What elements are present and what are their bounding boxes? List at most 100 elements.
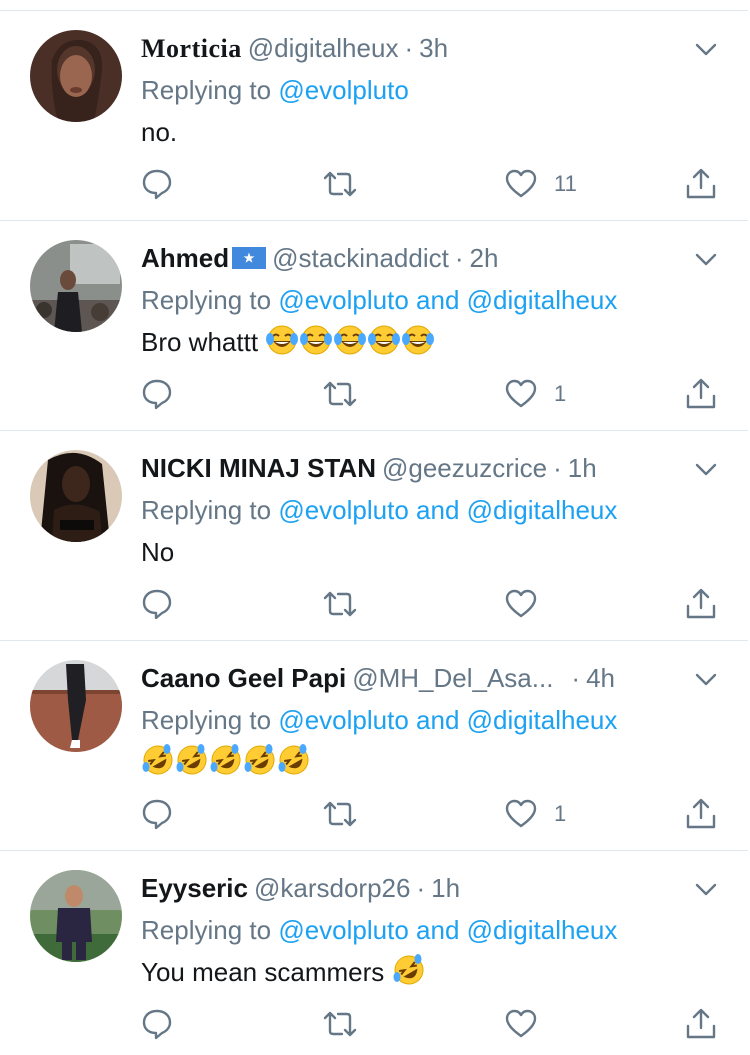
tweet-text-content: Bro whattt	[141, 327, 259, 357]
mention-and: and	[416, 705, 460, 735]
emoji-row	[258, 325, 435, 357]
avatar[interactable]	[30, 450, 122, 542]
replying-to: Replying to @evolpluto	[141, 72, 409, 108]
rolling-on-floor-laughing-icon	[278, 744, 309, 775]
like-button[interactable]	[504, 1004, 554, 1044]
username[interactable]: @stackinaddict	[272, 243, 449, 273]
share-button[interactable]	[684, 164, 718, 204]
username[interactable]: @digitalheux	[248, 33, 399, 63]
like-button[interactable]: 1	[504, 794, 566, 834]
mention-link[interactable]: @evolpluto	[278, 75, 408, 105]
mention-link[interactable]: @digitalheux	[467, 915, 618, 945]
chevron-down-icon[interactable]	[694, 42, 718, 58]
retweet-button[interactable]	[322, 1004, 358, 1044]
retweet-button[interactable]	[322, 374, 358, 414]
mention-link[interactable]: @digitalheux	[467, 285, 618, 315]
tweet-actions: 1	[140, 794, 730, 834]
replying-to-label: Replying to	[141, 285, 272, 315]
tweet-text	[141, 742, 311, 782]
tweet-header: Morticia @digitalheux · 3h	[141, 30, 660, 66]
avatar[interactable]	[30, 660, 122, 752]
timestamp[interactable]: 4h	[586, 663, 615, 693]
retweet-arrows-icon	[323, 591, 357, 617]
retweet-arrows-icon	[323, 171, 357, 197]
retweet-button[interactable]	[322, 164, 358, 204]
separator-dot: ·	[454, 243, 464, 273]
tweet-text: You mean scammers	[141, 952, 426, 992]
tweet-header: NICKI MINAJ STAN @geezuzcrice · 1h	[141, 450, 660, 486]
tweet-text: Bro whattt	[141, 322, 435, 362]
tweet-text-content: You mean scammers	[141, 957, 385, 987]
separator-dot: ·	[416, 873, 426, 903]
timestamp[interactable]: 1h	[431, 873, 460, 903]
mention-link[interactable]: @evolpluto	[278, 705, 408, 735]
display-name[interactable]: Caano Geel Papi	[141, 663, 346, 693]
heart-icon	[505, 379, 537, 408]
avatar[interactable]	[30, 870, 122, 962]
tweet-divider	[0, 430, 748, 431]
top-divider	[0, 10, 748, 11]
reply-button[interactable]	[140, 164, 174, 204]
reply-button[interactable]	[140, 584, 174, 624]
face-with-tears-of-joy-icon	[402, 325, 435, 355]
tweet-actions: 1	[140, 374, 730, 414]
reply-button[interactable]	[140, 374, 174, 414]
timestamp[interactable]: 2h	[470, 243, 499, 273]
timestamp[interactable]: 1h	[568, 453, 597, 483]
retweet-arrows-icon	[323, 1011, 357, 1037]
retweet-arrows-icon	[323, 801, 357, 827]
chevron-down-icon[interactable]	[694, 462, 718, 478]
face-with-tears-of-joy-icon	[334, 325, 367, 355]
tweet-divider	[0, 220, 748, 221]
like-button[interactable]	[504, 584, 554, 624]
heart-icon	[505, 799, 537, 828]
separator-dot: ·	[404, 33, 414, 63]
share-upload-icon	[686, 588, 716, 619]
replying-to: Replying to @evolpluto and @digitalheux	[141, 912, 617, 948]
display-name[interactable]: NICKI MINAJ STAN	[141, 453, 376, 483]
avatar[interactable]	[30, 240, 122, 332]
share-button[interactable]	[684, 794, 718, 834]
username[interactable]: @geezuzcrice	[382, 453, 547, 483]
username[interactable]: @karsdorp26	[254, 873, 410, 903]
retweet-button[interactable]	[322, 794, 358, 834]
display-name[interactable]: Eyyseric	[141, 873, 248, 903]
mention-link[interactable]: @evolpluto	[278, 495, 408, 525]
chevron-down-icon[interactable]	[694, 882, 718, 898]
tweet-text: no.	[141, 117, 178, 147]
mention-and: and	[416, 915, 460, 945]
username[interactable]: @MH_Del_Asa...	[352, 663, 553, 693]
like-button[interactable]: 1	[504, 374, 566, 414]
display-name[interactable]: Morticia	[141, 34, 242, 63]
chevron-down-icon[interactable]	[694, 672, 718, 688]
mention-link[interactable]: @digitalheux	[467, 705, 618, 735]
replying-to: Replying to @evolpluto and @digitalheux	[141, 702, 617, 738]
rolling-on-floor-laughing-icon	[210, 744, 241, 775]
mention-link[interactable]: @evolpluto	[278, 915, 408, 945]
like-button[interactable]: 11	[504, 164, 577, 204]
reply-button[interactable]	[140, 1004, 174, 1044]
separator-dot: ·	[553, 453, 562, 483]
replying-to-label: Replying to	[141, 915, 272, 945]
replying-to-label: Replying to	[141, 705, 272, 735]
display-name[interactable]: Ahmed	[141, 243, 229, 273]
mention-link[interactable]: @digitalheux	[467, 495, 618, 525]
reply-button[interactable]	[140, 794, 174, 834]
share-button[interactable]	[684, 584, 718, 624]
mention-link[interactable]: @evolpluto	[278, 285, 408, 315]
chevron-down-icon[interactable]	[694, 252, 718, 268]
share-button[interactable]	[684, 374, 718, 414]
speech-bubble-icon	[142, 799, 172, 830]
share-button[interactable]	[684, 1004, 718, 1044]
avatar[interactable]	[30, 30, 122, 122]
like-count: 1	[554, 801, 567, 826]
tweet-header: Caano Geel Papi @MH_Del_Asa... · 4h	[141, 660, 660, 696]
timestamp[interactable]: 3h	[419, 33, 448, 63]
heart-icon	[505, 1009, 537, 1038]
somalia-flag-icon	[232, 247, 267, 269]
face-with-tears-of-joy-icon	[266, 325, 299, 355]
rolling-on-floor-laughing-icon	[244, 744, 275, 775]
speech-bubble-icon	[142, 589, 172, 620]
retweet-button[interactable]	[322, 584, 358, 624]
speech-bubble-icon	[142, 379, 172, 410]
